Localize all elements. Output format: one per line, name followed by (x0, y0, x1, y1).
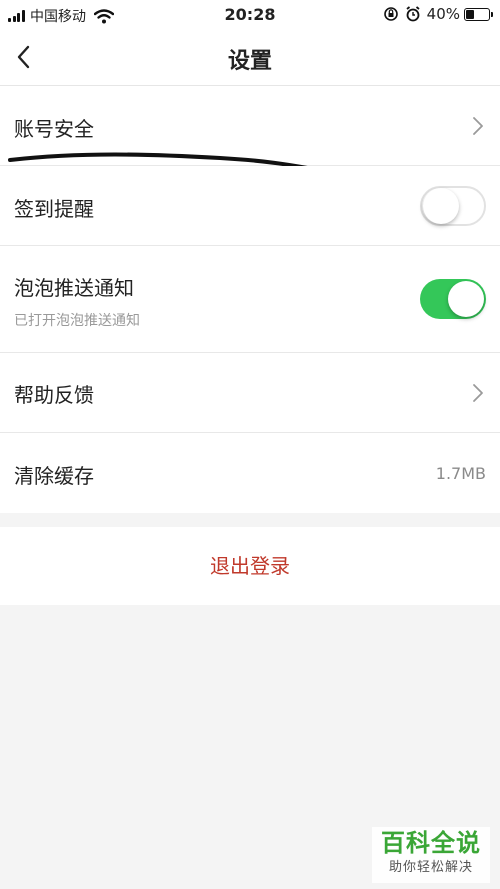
signin-reminder-label: 签到提醒 (14, 197, 94, 221)
rotation-lock-icon (383, 7, 398, 21)
battery-fill (466, 9, 474, 19)
clear-cache-row[interactable]: 清除缓存 1.7MB (0, 433, 500, 513)
watermark-title: 百科全说 (381, 829, 481, 857)
status-bar: 中国移动 20:28 40% (0, 0, 500, 30)
account-security-row[interactable]: 账号安全 (0, 86, 500, 166)
toggle-knob (448, 281, 484, 317)
watermark-logo: 百科全说 助你轻松解决 (372, 827, 490, 883)
logout-button[interactable]: 退出登录 (0, 527, 500, 605)
settings-list: 账号安全 签到提醒 泡泡推送通知 已打开泡泡推送通知 帮助反馈 清除缓存 1.7… (0, 86, 500, 513)
clear-cache-label: 清除缓存 (14, 464, 94, 488)
bubble-push-row: 泡泡推送通知 已打开泡泡推送通知 (0, 246, 500, 353)
watermark-subtitle: 助你轻松解决 (388, 860, 473, 875)
bubble-push-toggle[interactable] (420, 279, 486, 319)
bubble-push-subtitle: 已打开泡泡推送通知 (14, 313, 140, 329)
nav-bar: 设置 (0, 30, 500, 86)
signin-reminder-toggle[interactable] (420, 186, 486, 226)
battery-percent: 40% (426, 5, 460, 23)
help-feedback-row[interactable]: 帮助反馈 (0, 353, 500, 433)
scribble-mark (8, 152, 308, 166)
bubble-push-label: 泡泡推送通知 (14, 276, 134, 300)
toggle-knob (423, 188, 459, 224)
help-feedback-label: 帮助反馈 (14, 383, 94, 407)
signin-reminder-row: 签到提醒 (0, 166, 500, 246)
cache-size: 1.7MB (435, 464, 486, 483)
alarm-icon (406, 6, 420, 22)
status-right: 40% (383, 5, 493, 23)
page-title: 设置 (227, 49, 272, 74)
chevron-right-icon (473, 384, 483, 402)
battery-icon (464, 7, 493, 21)
